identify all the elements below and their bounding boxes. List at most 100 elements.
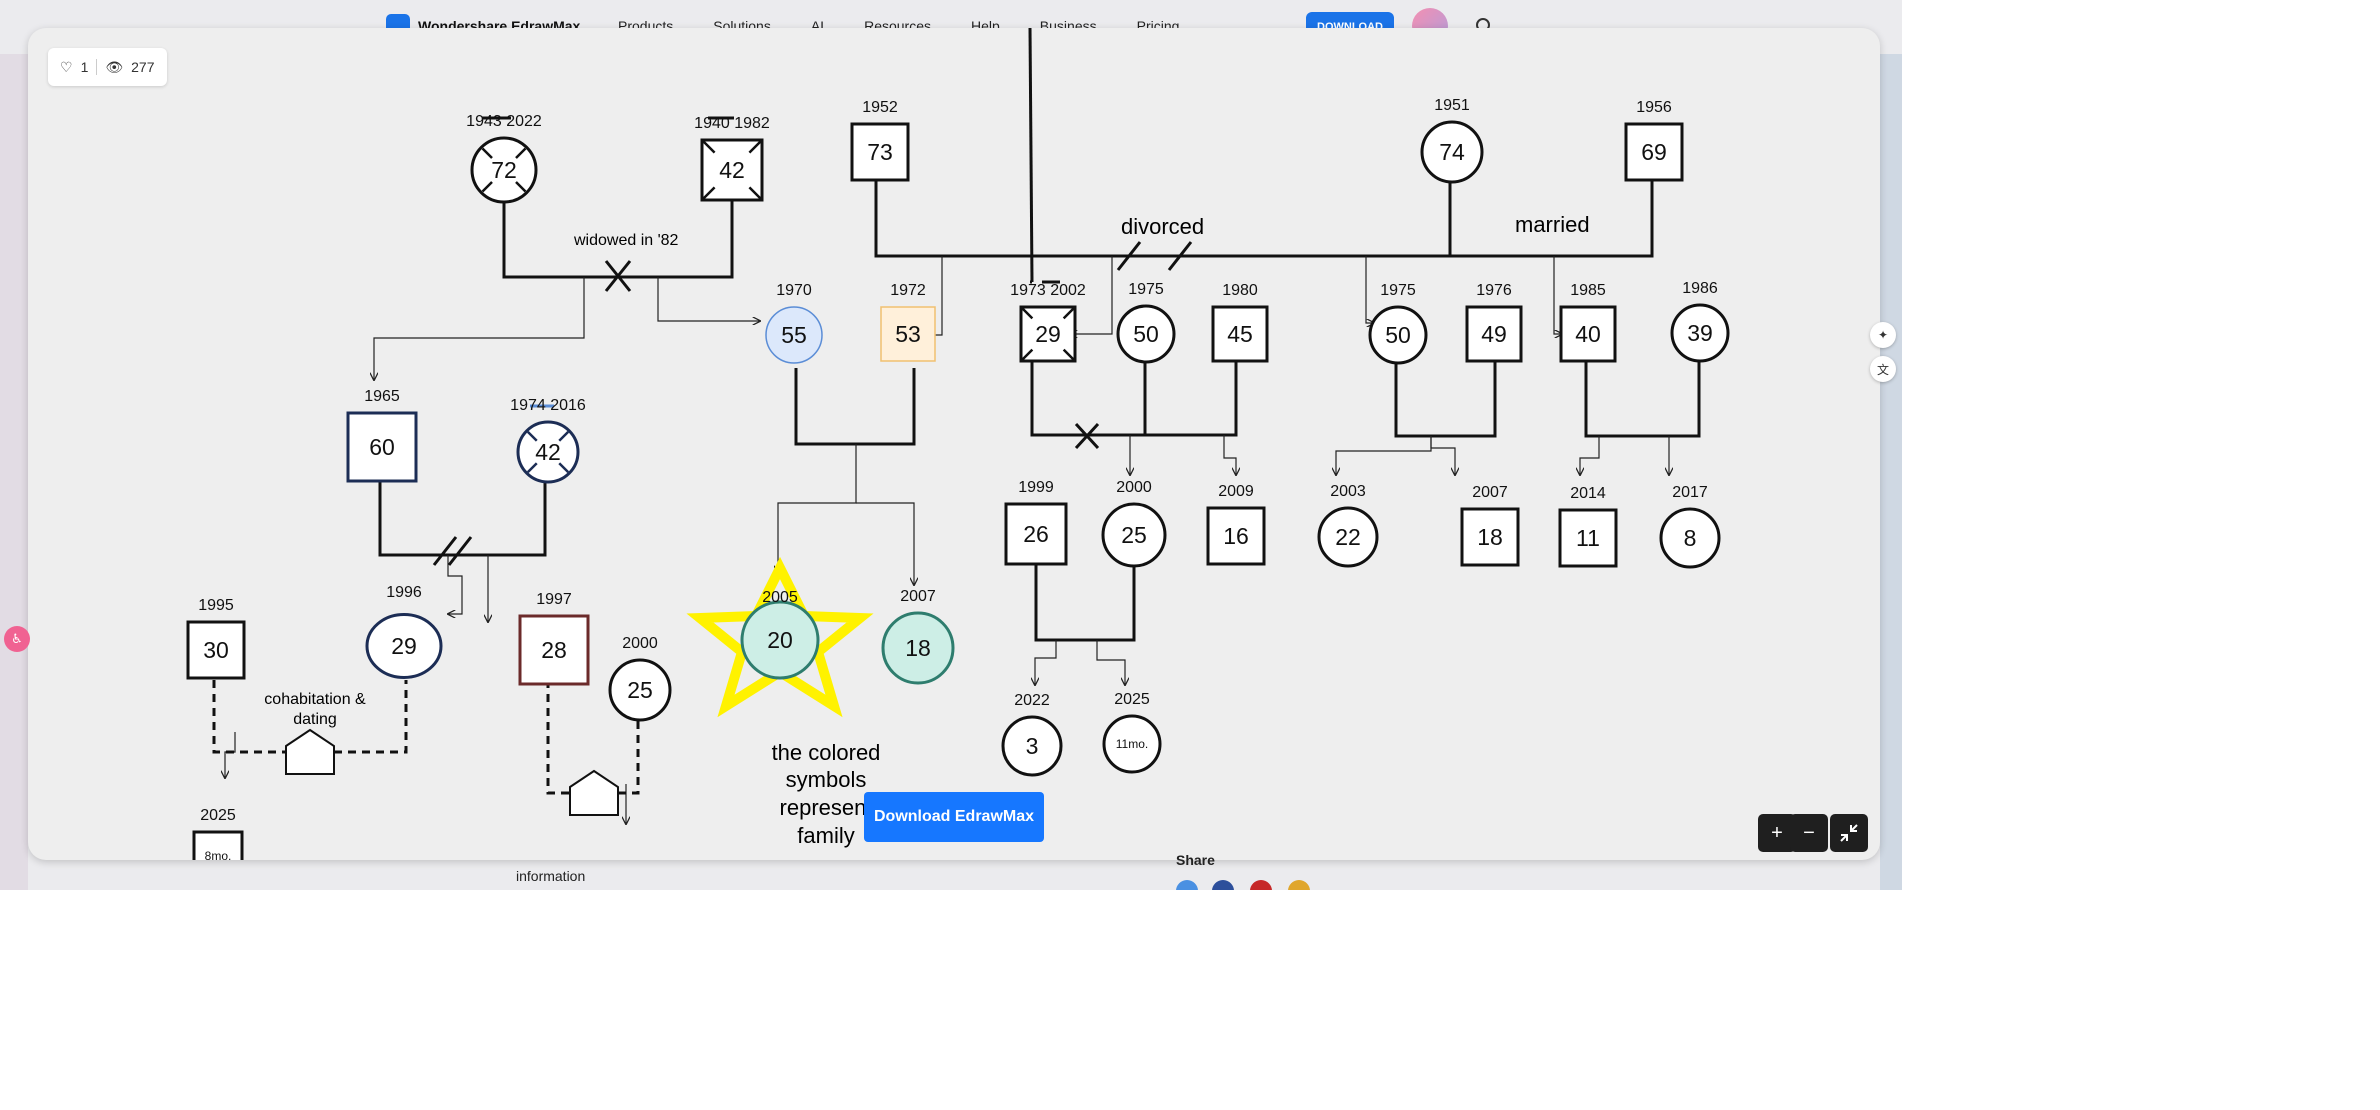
age-label: 18 — [1477, 524, 1503, 550]
year-label: 1943 2022 — [466, 113, 542, 130]
year-label: 1972 — [890, 282, 926, 299]
female-person-node[interactable]: 11mo. 2025 — [1102, 691, 1162, 774]
eye-icon: 👁 — [105, 58, 124, 75]
female-person-node[interactable]: 25 2000 — [1101, 479, 1167, 568]
cohabitation-label-1: cohabitation & — [264, 691, 366, 708]
male-person-node[interactable]: 8mo. 2025 — [192, 807, 244, 860]
female-person-node[interactable]: 3 2022 — [1001, 692, 1063, 777]
female-person-node[interactable]: 8 2017 — [1659, 484, 1721, 569]
male-person-node[interactable]: 73 1952 — [850, 99, 910, 182]
share-email-icon[interactable] — [1288, 880, 1310, 890]
female-person-node[interactable]: 39 1986 — [1670, 280, 1730, 363]
female-person-node[interactable]: 50 1975 — [1116, 281, 1176, 364]
female-person-node[interactable]: 42 1974 2016 — [510, 397, 586, 484]
zoom-out-button[interactable]: − — [1790, 814, 1828, 852]
household-icon — [569, 769, 619, 816]
age-label: 42 — [719, 157, 745, 183]
age-label: 20 — [767, 627, 793, 653]
share-label: Share — [1176, 852, 1215, 868]
age-label: 39 — [1687, 320, 1713, 346]
male-person-node[interactable]: 42 1940 1982 — [694, 115, 770, 202]
male-person-node[interactable]: 45 1980 — [1211, 282, 1269, 363]
exit-fullscreen-button[interactable] — [1830, 814, 1868, 852]
download-edrawmax-button[interactable]: Download EdrawMax — [864, 792, 1044, 842]
male-person-node[interactable]: 11 2014 — [1558, 485, 1618, 568]
male-person-node[interactable]: 18 2007 — [1460, 484, 1520, 567]
age-label: 74 — [1439, 139, 1465, 165]
share-pinterest-icon[interactable] — [1250, 880, 1272, 890]
age-label: 25 — [627, 677, 653, 703]
age-label: 60 — [369, 434, 395, 460]
house-symbols — [285, 728, 619, 816]
female-person-node[interactable]: 74 1951 — [1420, 97, 1484, 184]
male-person-node[interactable]: 40 1985 — [1559, 282, 1617, 363]
year-label: 2000 — [1116, 479, 1152, 496]
page: Wondershare EdrawMax Products Solutions … — [0, 0, 1902, 890]
note-line-3: represent — [780, 795, 873, 820]
age-label: 8 — [1684, 525, 1697, 551]
age-label: 45 — [1227, 321, 1253, 347]
male-person-node[interactable]: 28 1997 — [518, 591, 590, 686]
female-person-node[interactable]: 50 1975 — [1368, 282, 1428, 365]
year-label: 1995 — [198, 597, 234, 614]
age-label: 40 — [1575, 321, 1601, 347]
male-person-node[interactable]: 49 1976 — [1465, 282, 1523, 363]
share-twitter-icon[interactable] — [1176, 880, 1198, 890]
female-person-node[interactable]: 20 2005 — [740, 589, 820, 680]
age-label: 25 — [1121, 522, 1147, 548]
cohabitation-label-2: dating — [293, 711, 337, 728]
year-label: 2003 — [1330, 483, 1366, 500]
ai-sparkle-icon[interactable]: ✦ — [1870, 322, 1896, 348]
age-label: 11 — [1576, 525, 1600, 551]
age-label: 29 — [391, 633, 417, 659]
year-label: 1980 — [1222, 282, 1258, 299]
year-label: 1975 — [1380, 282, 1416, 299]
age-label: 30 — [203, 637, 229, 663]
female-person-node[interactable]: 25 2000 — [608, 635, 672, 722]
year-label: 1956 — [1636, 99, 1672, 116]
year-label: 1970 — [776, 282, 812, 299]
year-label: 1999 — [1018, 479, 1054, 496]
person-nodes: 72 1943 2022 42 1940 1982 73 1952 74 1951 69 1956… — [186, 97, 1730, 860]
share-facebook-icon[interactable] — [1212, 880, 1234, 890]
female-person-node[interactable]: 55 1970 — [765, 282, 823, 364]
year-label: 1985 — [1570, 282, 1606, 299]
year-label: 1996 — [386, 584, 422, 601]
age-label: 50 — [1385, 322, 1411, 348]
age-label: 11mo. — [1116, 737, 1148, 751]
year-label: 1965 — [364, 388, 400, 405]
age-label: 26 — [1023, 521, 1049, 547]
accessibility-icon[interactable]: ♿ — [4, 626, 30, 652]
year-label: 2025 — [200, 807, 236, 824]
male-person-node[interactable]: 60 1965 — [346, 388, 418, 483]
age-label: 18 — [905, 635, 931, 661]
male-person-node[interactable]: 69 1956 — [1624, 99, 1684, 182]
year-label: 1952 — [862, 99, 898, 116]
female-person-node[interactable]: 29 1996 — [365, 584, 443, 679]
male-person-node[interactable]: 26 1999 — [1004, 479, 1068, 566]
age-label: 50 — [1133, 321, 1159, 347]
year-label: 1973 2002 — [1010, 282, 1086, 299]
male-person-node[interactable]: 53 1972 — [880, 282, 936, 362]
age-label: 28 — [541, 637, 567, 663]
age-label: 69 — [1641, 139, 1667, 165]
female-person-node[interactable]: 18 2007 — [881, 588, 955, 685]
divorced-label: divorced — [1121, 214, 1204, 239]
right-backdrop — [1880, 54, 1902, 890]
male-person-node[interactable]: 30 1995 — [186, 597, 246, 680]
male-person-node[interactable]: 29 1973 2002 — [1010, 282, 1086, 363]
age-label: 73 — [867, 139, 893, 165]
female-person-node[interactable]: 22 2003 — [1317, 483, 1379, 568]
year-label: 2017 — [1672, 484, 1708, 501]
year-label: 1951 — [1434, 97, 1470, 114]
view-count: 277 — [131, 59, 155, 75]
translate-icon[interactable]: 文 — [1870, 356, 1896, 382]
male-person-node[interactable]: 16 2009 — [1206, 483, 1266, 566]
age-label: 16 — [1223, 523, 1249, 549]
age-label: 72 — [491, 157, 517, 183]
left-backdrop — [0, 54, 28, 890]
heart-icon[interactable]: ♡ — [60, 59, 73, 76]
female-person-node[interactable]: 72 1943 2022 — [466, 113, 542, 204]
descent-arrows — [225, 256, 1669, 824]
age-label: 29 — [1035, 321, 1061, 347]
